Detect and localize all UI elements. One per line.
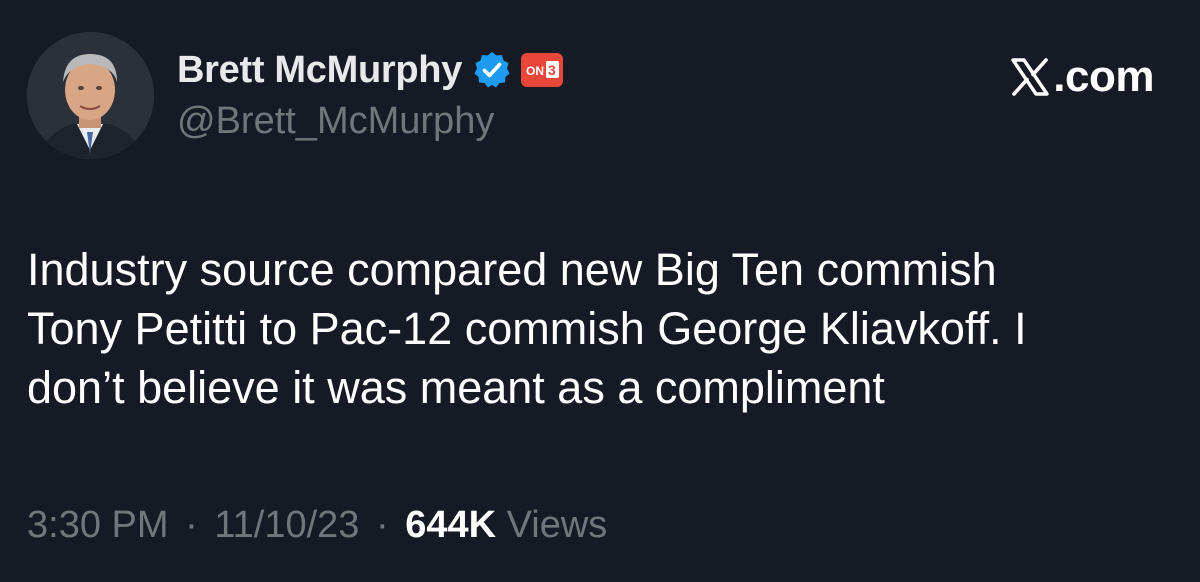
views-label: Views <box>506 504 608 546</box>
tweet-text-line: Industry source compared new Big Ten com… <box>27 244 997 295</box>
tweet-text-line: don’t believe it was meant as a complime… <box>27 362 885 413</box>
x-logo-icon <box>1009 56 1051 98</box>
tweet-text-line: Tony Petitti to Pac-12 commish George Kl… <box>27 303 1027 354</box>
svg-text:ON: ON <box>526 64 544 78</box>
svg-text:3: 3 <box>548 62 556 78</box>
author-handle[interactable]: @Brett_McMurphy <box>177 100 494 143</box>
views-count[interactable]: 644K <box>405 504 496 546</box>
affiliate-badge-icon[interactable]: ON 3 <box>520 52 564 88</box>
avatar[interactable] <box>27 32 154 159</box>
brand-domain: .com <box>1053 52 1154 101</box>
tweet-meta: 3:30 PM · 11/10/23 · 644K Views <box>27 504 607 547</box>
meta-separator: · <box>185 504 198 546</box>
tweet-time[interactable]: 3:30 PM <box>27 504 169 546</box>
brand-watermark: .com <box>1009 52 1154 102</box>
author-name-row: Brett McMurphy ON 3 <box>177 46 564 94</box>
meta-separator: · <box>375 504 389 546</box>
tweet-text: Industry source compared new Big Ten com… <box>27 240 1167 417</box>
verified-badge-icon <box>472 50 512 90</box>
author-name[interactable]: Brett McMurphy <box>177 49 462 92</box>
tweet-date[interactable]: 11/10/23 <box>214 504 359 546</box>
tweet-card: Brett McMurphy ON 3 @Brett_McMurphy .com… <box>0 0 1200 582</box>
avatar-image <box>27 32 154 159</box>
